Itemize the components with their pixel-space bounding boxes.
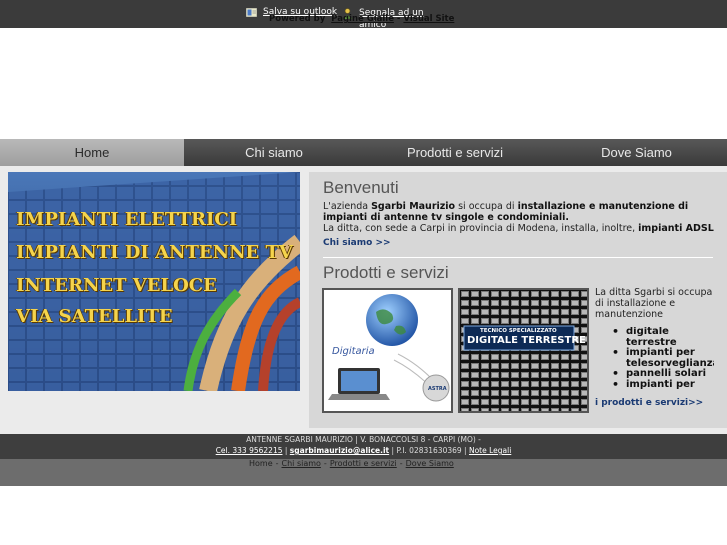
- tv-wall-graphic: [460, 290, 587, 411]
- legal-notes-link[interactable]: Note Legali: [469, 446, 511, 455]
- footer-nav: Home - Chi siamo - Prodotti e servizi - Dove S…: [0, 459, 727, 486]
- products-description: La ditta Sgarbi si occupa di installazio…: [595, 287, 713, 320]
- list-item: digitale terrestre: [609, 327, 689, 348]
- products-link[interactable]: i prodotti e servizi>>: [595, 398, 703, 408]
- vat-number: P.I. 02831630369: [396, 446, 462, 455]
- list-item: impianti per: [609, 379, 714, 391]
- digitale-terrestre-image[interactable]: TECNICO SPECIALIZZATO DIGITALE TERRESTRE: [458, 288, 589, 413]
- footer-prodotti[interactable]: Prodotti e servizi: [330, 459, 397, 468]
- content-panel: Benvenuti L'azienda Sgarbi Maurizio si o…: [309, 172, 727, 428]
- hero-banner: IMPIANTI ELETTRICI IMPIANTI DI ANTENNE T…: [8, 172, 300, 391]
- nav-chi-siamo-label: Chi siamo: [245, 145, 303, 160]
- footer-chi-siamo[interactable]: Chi siamo: [282, 459, 321, 468]
- welcome-text: L'azienda Sgarbi Maurizio si occupa di i…: [323, 201, 723, 234]
- pagine-gialle-link[interactable]: Pagine Gialle: [331, 14, 394, 24]
- hero-line-1: IMPIANTI ELETTRICI: [16, 209, 238, 230]
- footer-home[interactable]: Home: [249, 459, 273, 468]
- powered-by-label: Powered by: [269, 14, 326, 24]
- welcome-text-c: si occupa di: [455, 201, 518, 212]
- hero-line-2: IMPIANTI DI ANTENNE TV: [16, 242, 293, 263]
- digitaria-brand: Digitaria: [332, 346, 375, 357]
- main-content: IMPIANTI ELETTRICI IMPIANTI DI ANTENNE T…: [0, 166, 727, 434]
- footer: ANTENNE SGARBI MAURIZIO | V. BONACCOLSI …: [0, 434, 727, 459]
- nav-prodotti[interactable]: Prodotti e servizi: [364, 139, 546, 166]
- main-nav: Home Chi siamo Prodotti e servizi Dove S…: [0, 139, 727, 166]
- dtt-main-label: DIGITALE TERRESTRE: [467, 335, 586, 346]
- chi-siamo-link[interactable]: Chi siamo >>: [323, 238, 391, 248]
- nav-dove-siamo-label: Dove Siamo: [601, 145, 672, 160]
- welcome-title: Benvenuti: [323, 178, 399, 197]
- welcome-text-a: L'azienda: [323, 201, 372, 212]
- phone-link[interactable]: Cel. 333 9562215: [216, 446, 283, 455]
- nav-chi-siamo[interactable]: Chi siamo: [184, 139, 364, 166]
- footer-links: Home - Chi siamo - Prodotti e servizi - Dove S…: [249, 459, 454, 468]
- footer-address: ANTENNE SGARBI MAURIZIO | V. BONACCOLSI …: [246, 435, 481, 444]
- hero-line-4: VIA SATELLITE: [16, 306, 173, 327]
- hero-line-3: INTERNET VELOCE: [16, 275, 217, 296]
- footer-contacts: Cel. 333 9562215 | sgarbimaurizio@alice.…: [215, 446, 512, 455]
- outlook-icon: [245, 7, 258, 18]
- footer-dove-siamo[interactable]: Dove Siamo: [406, 459, 454, 468]
- nav-home[interactable]: Home: [0, 139, 184, 166]
- nav-dove-siamo[interactable]: Dove Siamo: [546, 139, 727, 166]
- list-item: pannelli solari: [609, 368, 714, 380]
- nav-prodotti-label: Prodotti e servizi: [406, 145, 504, 160]
- company-name: Sgarbi Maurizio: [371, 201, 456, 212]
- welcome-text-2: La ditta, con sede a Carpi in provincia …: [323, 223, 639, 234]
- products-list: digitale terrestre impianti per telesorv…: [609, 327, 714, 393]
- divider: [323, 257, 713, 258]
- welcome-adsl: impianti ADSL: [638, 223, 714, 234]
- dtt-top-label: TECNICO SPECIALIZZATO: [480, 328, 557, 334]
- list-item: impianti per telesorveglianza: [609, 347, 714, 369]
- visual-site-link[interactable]: Visual Site: [403, 14, 454, 24]
- powered-by: Powered by Pagine Gialle - Visual Site: [269, 14, 455, 24]
- email-link[interactable]: sgarbimaurizio@alice.it: [290, 446, 389, 455]
- digitaria-image[interactable]: Digitaria ASTRA: [322, 288, 453, 413]
- astra-badge: ASTRA: [428, 386, 447, 392]
- products-title: Prodotti e servizi: [323, 263, 449, 282]
- nav-home-label: Home: [74, 145, 110, 160]
